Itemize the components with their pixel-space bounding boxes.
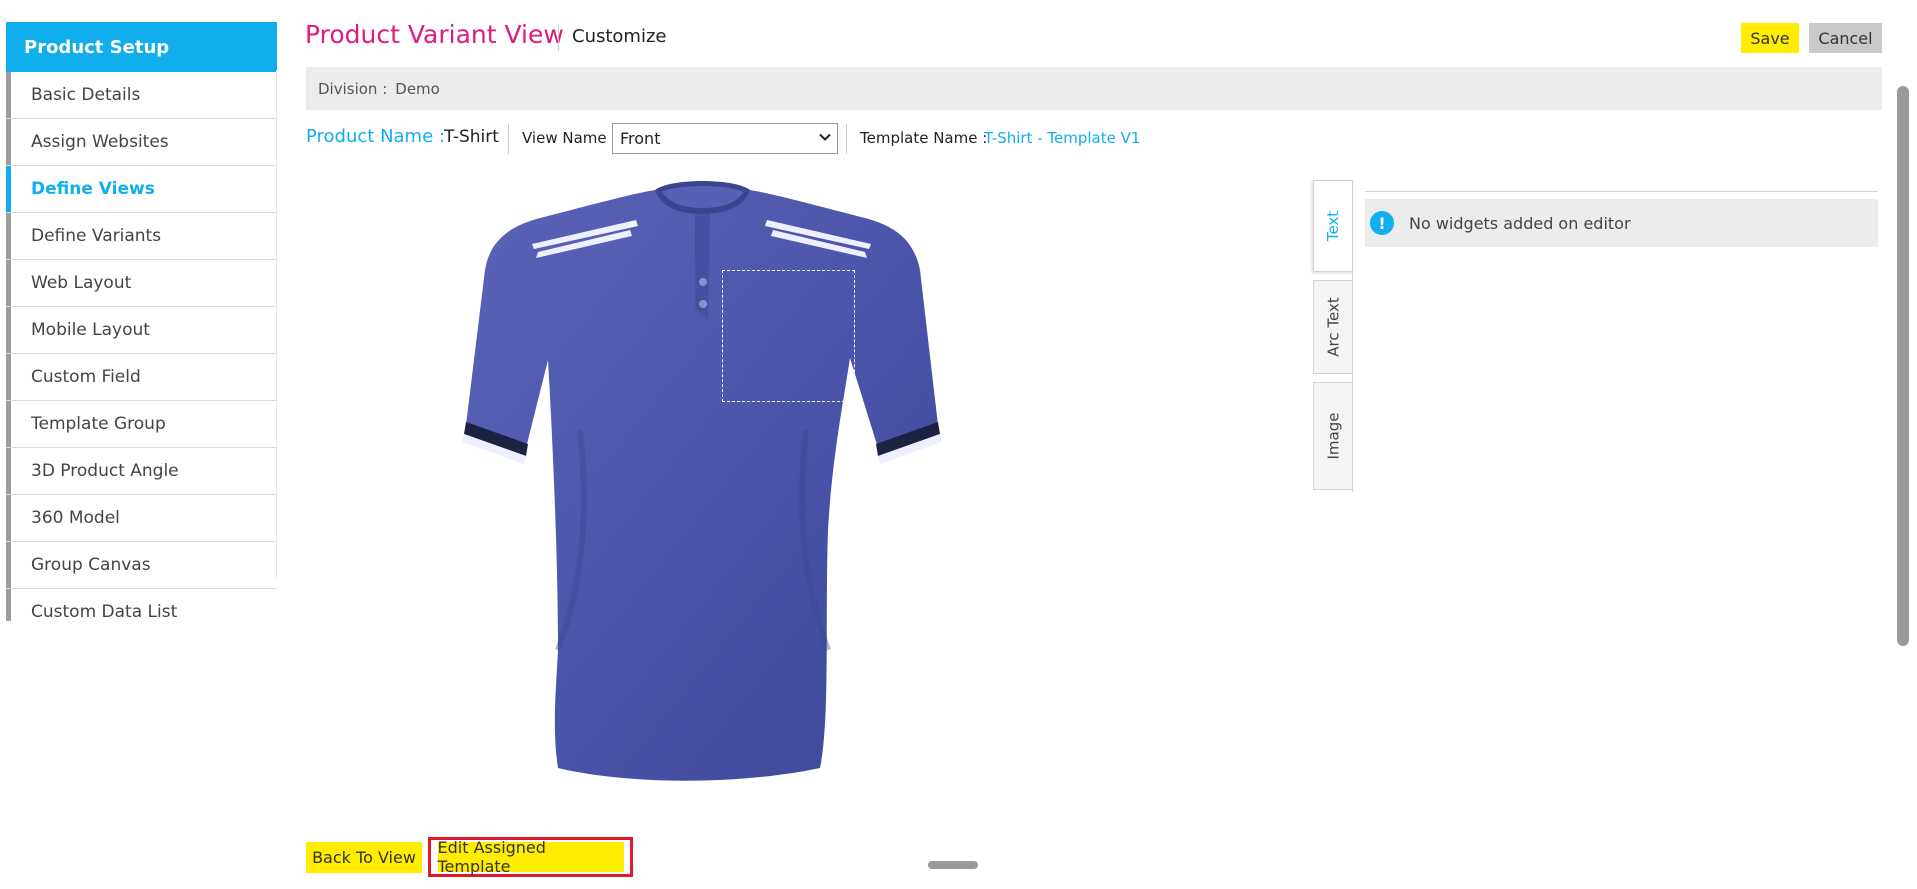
edit-template-highlight: Edit Assigned Template bbox=[428, 837, 633, 877]
no-widgets-notice: ! No widgets added on editor bbox=[1365, 199, 1878, 247]
back-to-view-button[interactable]: Back To View bbox=[306, 842, 422, 873]
division-value: Demo bbox=[395, 79, 440, 98]
sidebar: Product Setup Basic Details Assign Websi… bbox=[6, 22, 277, 621]
panel-divider bbox=[1365, 191, 1878, 192]
horizontal-scroll-handle[interactable] bbox=[928, 861, 978, 869]
cancel-button[interactable]: Cancel bbox=[1809, 23, 1882, 53]
vertical-scrollbar[interactable] bbox=[1897, 86, 1909, 646]
sidebar-item-define-views[interactable]: Define Views bbox=[6, 166, 277, 213]
template-name-label: Template Name : bbox=[860, 129, 988, 147]
sidebar-item-mobile-layout[interactable]: Mobile Layout bbox=[6, 307, 277, 354]
info-icon: ! bbox=[1370, 211, 1394, 235]
sidebar-item-360-model[interactable]: 360 Model bbox=[6, 495, 277, 542]
sidebar-item-template-group[interactable]: Template Group bbox=[6, 401, 277, 448]
page-title: Product Variant View bbox=[305, 20, 564, 49]
edit-assigned-template-button[interactable]: Edit Assigned Template bbox=[437, 838, 624, 876]
tabs-border bbox=[1352, 180, 1353, 492]
tab-image[interactable]: Image bbox=[1313, 382, 1353, 490]
sidebar-item-assign-websites[interactable]: Assign Websites bbox=[6, 119, 277, 166]
template-name-link[interactable]: T-Shirt - Template V1 bbox=[984, 129, 1140, 147]
division-bar: Division : Demo bbox=[306, 67, 1882, 110]
tab-image-label: Image bbox=[1324, 412, 1343, 460]
view-name-select[interactable]: Front bbox=[612, 123, 838, 154]
sidebar-item-basic-details[interactable]: Basic Details bbox=[6, 72, 277, 119]
save-button[interactable]: Save bbox=[1741, 23, 1799, 53]
chevron-down-icon bbox=[819, 133, 831, 141]
product-name-label: Product Name : bbox=[306, 126, 445, 147]
print-area-box[interactable] bbox=[722, 270, 855, 402]
sidebar-item-group-canvas[interactable]: Group Canvas bbox=[6, 542, 277, 589]
product-name-value: T-Shirt bbox=[444, 127, 499, 147]
divider bbox=[846, 124, 847, 154]
notice-message: No widgets added on editor bbox=[1409, 213, 1631, 233]
page-subtitle: Customize bbox=[572, 26, 667, 47]
view-name-label: View Name bbox=[522, 129, 607, 147]
tshirt-image bbox=[462, 181, 942, 781]
sidebar-item-web-layout[interactable]: Web Layout bbox=[6, 260, 277, 307]
division-label: Division : bbox=[318, 79, 388, 98]
sidebar-item-define-variants[interactable]: Define Variants bbox=[6, 213, 277, 260]
tab-text-label: Text bbox=[1324, 210, 1343, 242]
tab-arc-text-label: Arc Text bbox=[1324, 297, 1343, 357]
sidebar-item-3d-product-angle[interactable]: 3D Product Angle bbox=[6, 448, 277, 495]
tab-text[interactable]: Text bbox=[1313, 180, 1353, 272]
view-name-selected: Front bbox=[620, 129, 661, 148]
sidebar-header: Product Setup bbox=[6, 22, 277, 72]
sidebar-item-custom-field[interactable]: Custom Field bbox=[6, 354, 277, 401]
sidebar-item-custom-data-list[interactable]: Custom Data List bbox=[6, 589, 277, 621]
divider bbox=[508, 124, 509, 154]
tab-arc-text[interactable]: Arc Text bbox=[1313, 280, 1353, 374]
sidebar-scrollbar[interactable] bbox=[276, 70, 277, 580]
product-canvas[interactable] bbox=[440, 170, 980, 810]
title-divider bbox=[558, 26, 559, 51]
